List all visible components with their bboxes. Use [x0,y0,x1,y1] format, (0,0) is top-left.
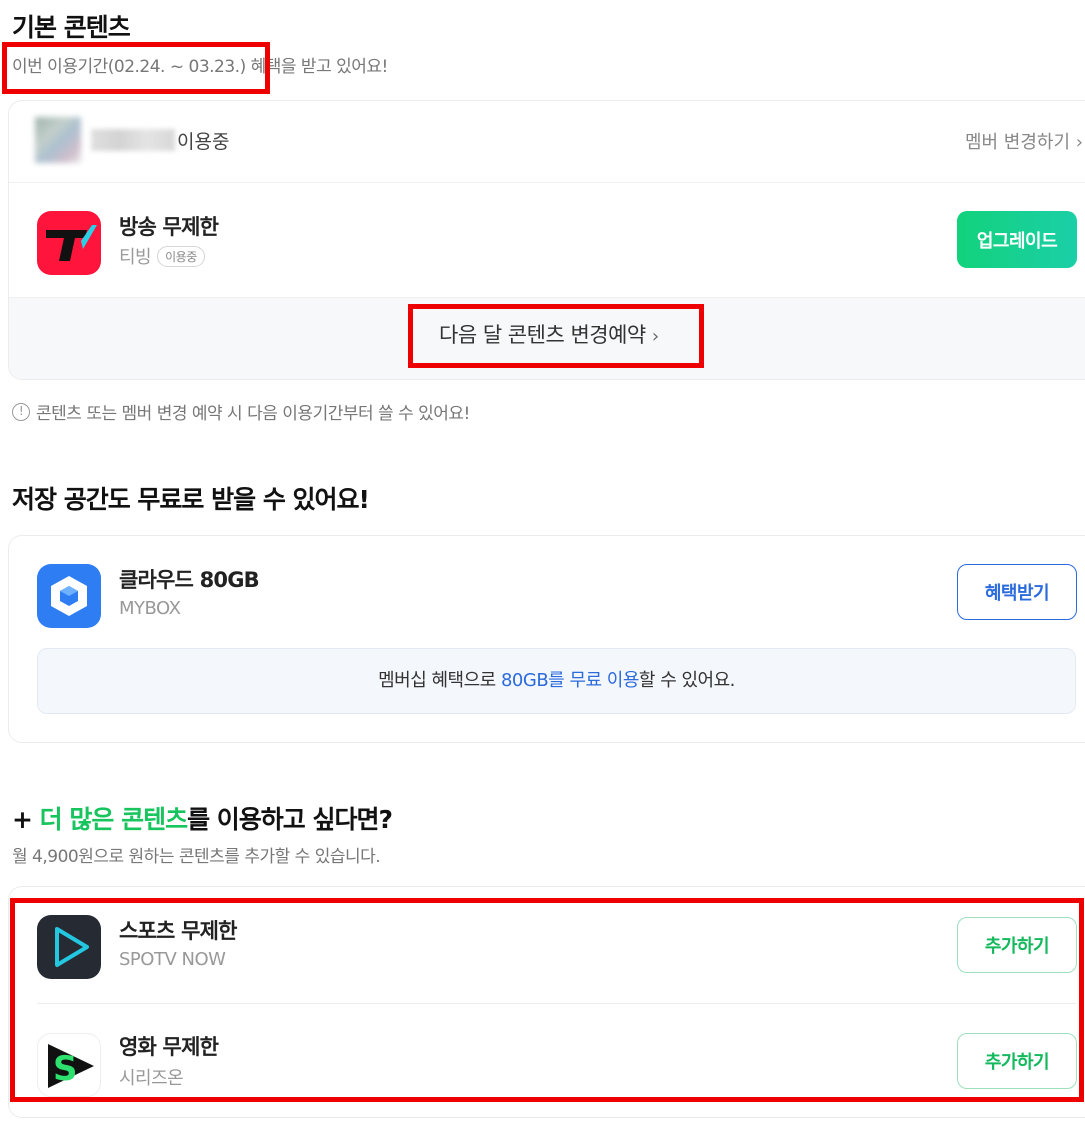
member-status: 이용중 [177,131,230,153]
more-title-highlight: 더 많은 콘텐츠 [39,805,188,834]
storage-item-provider: MYBOX [119,598,181,619]
member-change-link[interactable]: 멤버 변경하기 › [965,128,1083,154]
info-circle-icon: ! [12,403,30,421]
mybox-app-icon [37,564,101,628]
more-section-title: + 더 많은 콘텐츠를 이용하고 싶다면? [12,800,393,836]
member-name-blurred [91,129,175,151]
status-badge: 이용중 [157,245,205,267]
provider-label: 티빙 [119,247,152,268]
plus-icon: + [12,805,33,834]
storage-info-box: 멤버십 혜택으로 80GB를 무료 이용할 수 있어요. [37,648,1076,714]
upgrade-button[interactable]: 업그레이드 [957,211,1077,268]
highlight-box-period [2,42,270,94]
highlight-box-more-items [10,898,1084,1102]
info-prefix: 멤버십 혜택으로 [378,670,501,691]
highlight-box-reserve [408,304,704,368]
info-highlight: 80GB를 무료 이용 [500,670,639,691]
member-row: 이용중 멤버 변경하기 › [9,101,1085,183]
change-notice: ! 콘텐츠 또는 멤버 변경 예약 시 다음 이용기간부터 쓸 수 있어요! [12,399,470,424]
basic-item-title: 방송 무제한 [119,215,219,239]
storage-section-title: 저장 공간도 무료로 받을 수 있어요! [12,485,370,514]
basic-section-title: 기본 콘텐츠 [12,13,131,42]
get-benefit-button[interactable]: 혜택받기 [957,564,1077,620]
storage-item-title: 클라우드 80GB [119,568,260,592]
tving-app-icon [37,211,101,275]
more-subtitle: 월 4,900원으로 원하는 콘텐츠를 추가할 수 있습니다. [12,847,381,867]
chevron-right-icon: › [1075,132,1083,153]
member-change-label: 멤버 변경하기 [964,132,1071,153]
notice-text: 콘텐츠 또는 멤버 변경 예약 시 다음 이용기간부터 쓸 수 있어요! [36,404,470,424]
member-avatar [35,117,81,163]
basic-item-provider: 티빙 이용중 [119,243,205,269]
info-suffix: 할 수 있어요. [638,670,735,691]
more-title-rest: 를 이용하고 싶다면? [187,805,393,834]
storage-card: 클라우드 80GB MYBOX 혜택받기 멤버십 혜택으로 80GB를 무료 이… [8,535,1085,743]
